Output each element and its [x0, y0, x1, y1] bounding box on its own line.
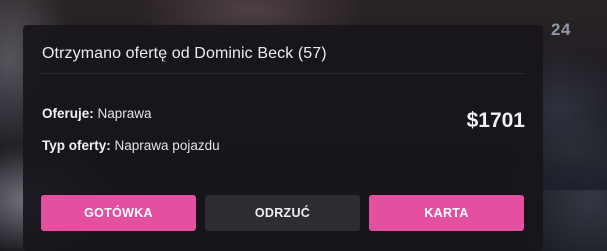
offer-price: $1701 — [466, 109, 525, 132]
offer-title: Otrzymano ofertę od Dominic Beck (57) — [42, 45, 327, 62]
offer-panel: Otrzymano ofertę od Dominic Beck (57) Of… — [23, 25, 543, 251]
offers-row: Oferuje: Naprawa — [42, 106, 152, 121]
reject-button[interactable]: ODRZUĆ — [205, 195, 360, 231]
vehicle-number-label: 24 — [551, 20, 571, 39]
offers-label: Oferuje: — [42, 106, 94, 121]
pay-cash-button[interactable]: GOTÓWKA — [41, 195, 196, 231]
offer-type-label: Typ oferty: — [42, 138, 111, 153]
vehicle-shadow — [537, 150, 607, 190]
offer-type-row: Typ oferty: Naprawa pojazdu — [42, 138, 220, 153]
offers-value: Naprawa — [97, 106, 152, 121]
title-divider — [41, 73, 525, 74]
offer-type-value: Naprawa pojazdu — [114, 138, 220, 153]
pay-card-button[interactable]: KARTA — [369, 195, 524, 231]
